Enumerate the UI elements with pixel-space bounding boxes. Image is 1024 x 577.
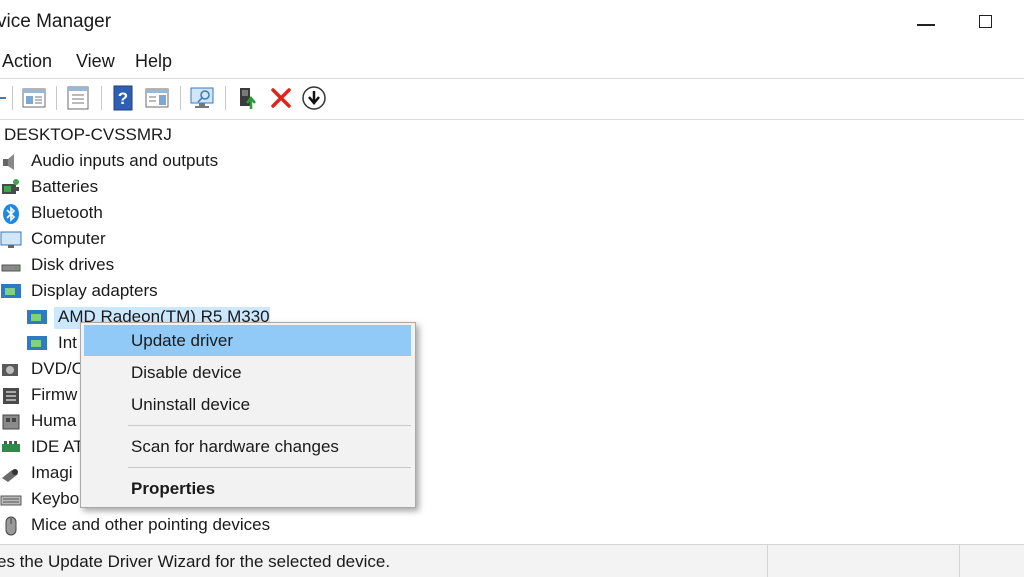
download-icon[interactable] [301, 85, 327, 111]
monitor-icon [0, 231, 22, 248]
uninstall-icon[interactable] [268, 85, 294, 111]
update-driver-icon[interactable] [235, 85, 261, 111]
ide-controller-icon [2, 441, 20, 452]
properties-icon[interactable] [65, 85, 91, 111]
dvd-drive-icon [2, 364, 18, 376]
status-divider [767, 545, 768, 577]
menu-item-label: Scan for hardware changes [131, 437, 339, 456]
hid-icon [2, 414, 20, 430]
camera-icon [2, 469, 18, 482]
menu-item-properties[interactable]: Properties [84, 473, 411, 504]
toolbar-separator [101, 86, 102, 110]
tree-item-label: Display adapters [31, 281, 158, 300]
help-icon[interactable]: ? [110, 85, 136, 111]
status-text: es the Update Driver Wizard for the sele… [0, 552, 391, 571]
mouse-icon [5, 516, 17, 536]
title-bar: vice Manager [0, 0, 1024, 44]
menu-item-label: Disable device [131, 363, 242, 382]
status-divider [959, 545, 960, 577]
menu-separator [128, 467, 411, 468]
bluetooth-icon [3, 204, 19, 224]
battery-icon [2, 179, 19, 194]
scan-hardware-icon[interactable] [189, 85, 215, 111]
menu-item-label: Update driver [131, 331, 234, 350]
toolbar: ? [0, 78, 1024, 120]
disk-drive-icon [1, 264, 21, 272]
toolbar-separator [12, 86, 13, 110]
menu-separator [128, 425, 411, 426]
tree-item-label: Mice and other pointing devices [31, 515, 271, 534]
firmware-icon [3, 388, 19, 404]
display-adapter-icon [1, 284, 21, 298]
context-menu: Update driver Disable device Uninstall d… [80, 322, 416, 508]
keyboard-icon [0, 495, 22, 506]
menu-item-scan-hardware[interactable]: Scan for hardware changes [84, 431, 411, 462]
toolbar-separator [180, 86, 181, 110]
tree-root-computer-name[interactable]: DESKTOP-CVSSMRJ [4, 125, 172, 145]
toolbar-separator [56, 86, 57, 110]
display-adapter-icon [27, 336, 47, 350]
tree-item-label: Firmw [31, 385, 78, 404]
tree-item-label: Computer [31, 229, 106, 248]
menu-item-label: Uninstall device [131, 395, 251, 414]
menu-item-uninstall-device[interactable]: Uninstall device [84, 389, 411, 420]
svg-text:?: ? [118, 89, 128, 108]
menu-help[interactable]: Help [135, 51, 172, 72]
tree-item-label: Keybo [31, 489, 80, 508]
status-bar: es the Update Driver Wizard for the sele… [0, 544, 1024, 577]
speaker-icon [3, 154, 14, 170]
tree-item-label: Batteries [31, 177, 99, 196]
action-pane-icon[interactable] [144, 85, 170, 111]
maximize-button[interactable] [962, 8, 1008, 36]
show-hide-tree-icon[interactable] [21, 85, 47, 111]
tree-item-label: IDE AT [31, 437, 84, 456]
tree-item-label: Bluetooth [31, 203, 103, 222]
menu-item-update-driver[interactable]: Update driver [84, 325, 411, 356]
menu-item-label: Properties [131, 479, 216, 498]
menu-bar: Action View Help [0, 44, 1024, 78]
menu-item-disable-device[interactable]: Disable device [84, 357, 411, 388]
tree-item-label: Audio inputs and outputs [31, 151, 219, 170]
tree-item-label: Int [58, 333, 77, 352]
window-title: vice Manager [0, 11, 112, 32]
toolbar-separator [225, 86, 226, 110]
tree-item-label: Disk drives [31, 255, 115, 274]
tree-item-label: DVD/C [31, 359, 84, 378]
minimize-button[interactable] [904, 8, 950, 36]
menu-action[interactable]: Action [2, 51, 52, 72]
back-icon[interactable] [0, 85, 12, 111]
tree-item-label: Huma [31, 411, 77, 430]
menu-view[interactable]: View [76, 51, 115, 72]
display-adapter-icon [27, 310, 47, 324]
tree-item-label: Imagi [31, 463, 73, 482]
